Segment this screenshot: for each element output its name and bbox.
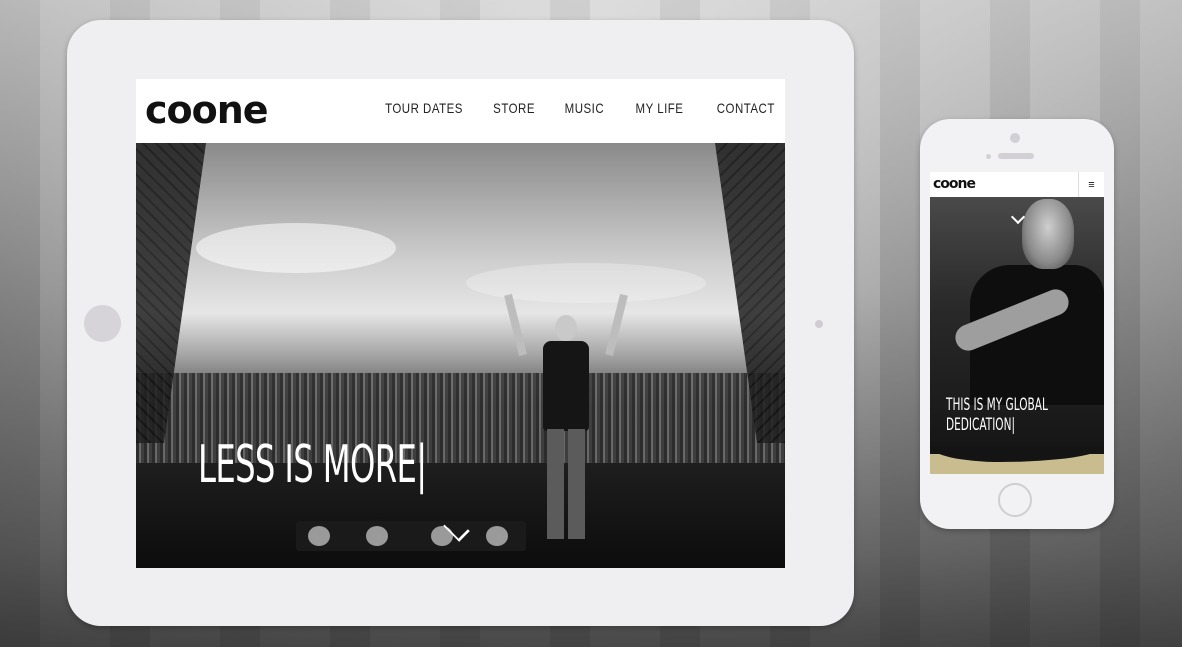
tablet-device: coone TOUR DATES STORE MUSIC MY LIFE CON… <box>67 20 854 626</box>
tablet-home-button <box>84 305 121 342</box>
nav-item-contact[interactable]: CONTACT <box>717 100 775 116</box>
mobile-hero-image: THIS IS MY GLOBAL DEDICATION| <box>930 197 1104 461</box>
nav-item-music[interactable]: MUSIC <box>564 100 603 116</box>
hero-image: LESS IS MORE| <box>136 143 785 568</box>
turntable <box>308 526 330 546</box>
tablet-screen: coone TOUR DATES STORE MUSIC MY LIFE CON… <box>136 79 785 568</box>
mobile-header: coone ≡ <box>930 172 1104 197</box>
mobile-logo[interactable]: coone <box>933 175 976 193</box>
site-logo[interactable]: coone <box>145 87 269 133</box>
turntable <box>366 526 388 546</box>
phone-device: coone ≡ THIS IS MY GLOBAL DEDICATION| <box>920 119 1114 529</box>
tablet-camera <box>815 320 823 328</box>
turntable <box>486 526 508 546</box>
phone-camera <box>1010 133 1020 143</box>
dj-decks <box>296 521 526 551</box>
hamburger-menu-icon[interactable]: ≡ <box>1078 172 1104 197</box>
phone-speaker <box>998 153 1034 159</box>
main-nav: TOUR DATES STORE MUSIC MY LIFE CONTACT <box>368 100 775 116</box>
site-header: coone TOUR DATES STORE MUSIC MY LIFE CON… <box>136 79 785 143</box>
dj-figure <box>504 293 628 543</box>
phone-home-button <box>998 483 1032 517</box>
person-face <box>1022 199 1074 269</box>
phone-screen: coone ≡ THIS IS MY GLOBAL DEDICATION| <box>930 172 1104 474</box>
hero-headline: LESS IS MORE| <box>198 435 427 495</box>
nav-item-my-life[interactable]: MY LIFE <box>635 100 683 116</box>
nav-item-store[interactable]: STORE <box>493 100 535 116</box>
cloud <box>196 223 396 273</box>
mobile-hero-headline: THIS IS MY GLOBAL DEDICATION| <box>946 395 1048 435</box>
nav-item-tour-dates[interactable]: TOUR DATES <box>385 100 463 116</box>
phone-sensor <box>986 154 991 159</box>
